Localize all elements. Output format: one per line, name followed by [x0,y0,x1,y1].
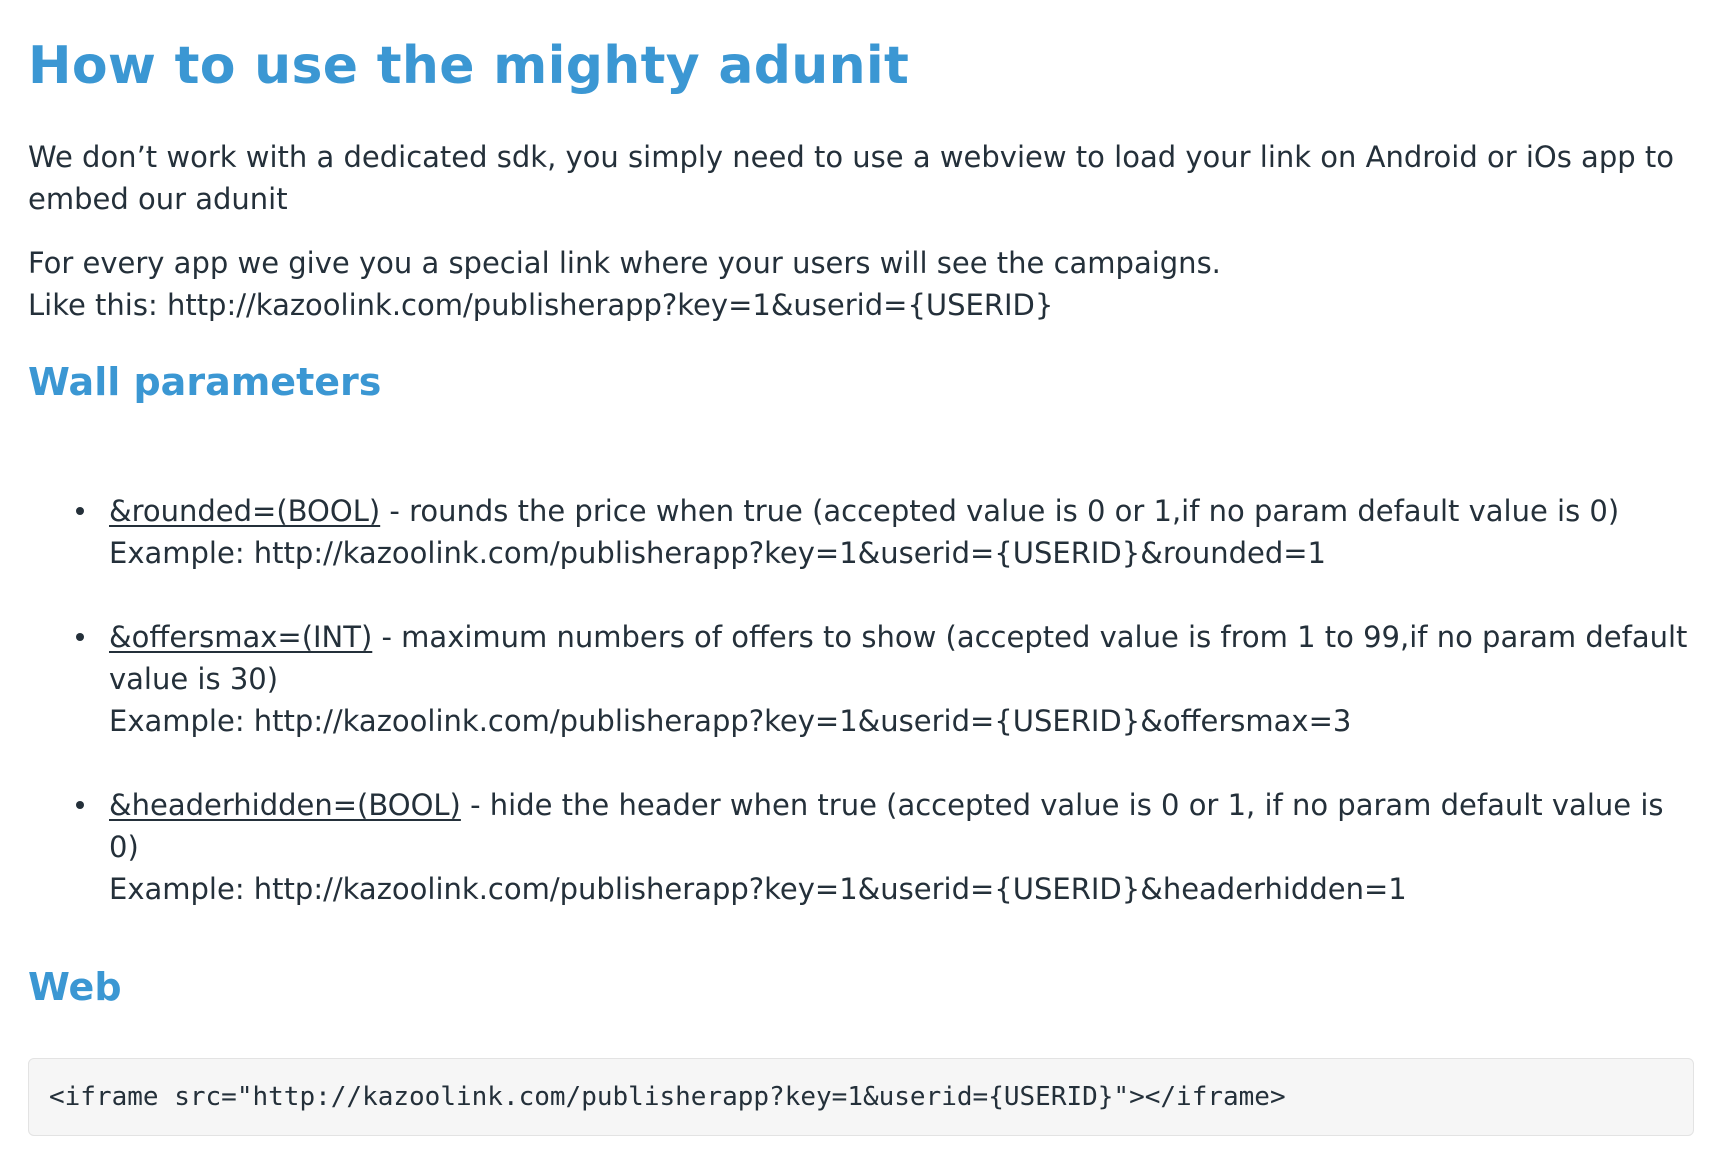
param-example: Example: http://kazoolink.com/publishera… [109,536,1327,570]
link-paragraph: For every app we give you a special link… [28,242,1688,326]
page-title: How to use the mighty adunit [28,36,910,96]
intro-paragraph: We don’t work with a dedicated sdk, you … [28,140,1674,216]
param-description: - rounds the price when true (accepted v… [380,494,1620,528]
bullet-icon [76,633,84,641]
param-example: Example: http://kazoolink.com/publishera… [109,704,1352,738]
wall-parameters-list: &rounded=(BOOL) - rounds the price when … [28,490,1688,952]
code-block[interactable]: <iframe src="http://kazoolink.com/publis… [28,1058,1694,1136]
documentation-page: How to use the mighty adunit We don’t wo… [0,0,1716,1168]
param-name-link[interactable]: &rounded=(BOOL) [109,494,380,528]
bullet-icon [76,507,84,515]
wall-parameters-heading: Wall parameters [28,360,382,404]
web-heading: Web [28,965,122,1009]
list-item: &headerhidden=(BOOL) - hide the header w… [28,784,1688,910]
param-name-link[interactable]: &headerhidden=(BOOL) [109,788,461,822]
param-name-link[interactable]: &offersmax=(INT) [109,620,372,654]
param-example: Example: http://kazoolink.com/publishera… [109,872,1407,906]
list-item: &offersmax=(INT) - maximum numbers of of… [28,616,1688,742]
link-paragraph-example[interactable]: Like this: http://kazoolink.com/publishe… [28,284,1688,326]
link-paragraph-line: For every app we give you a special link… [28,246,1221,280]
bullet-icon [76,801,84,809]
list-item: &rounded=(BOOL) - rounds the price when … [28,490,1688,574]
iframe-code[interactable]: <iframe src="http://kazoolink.com/publis… [49,1082,1286,1112]
